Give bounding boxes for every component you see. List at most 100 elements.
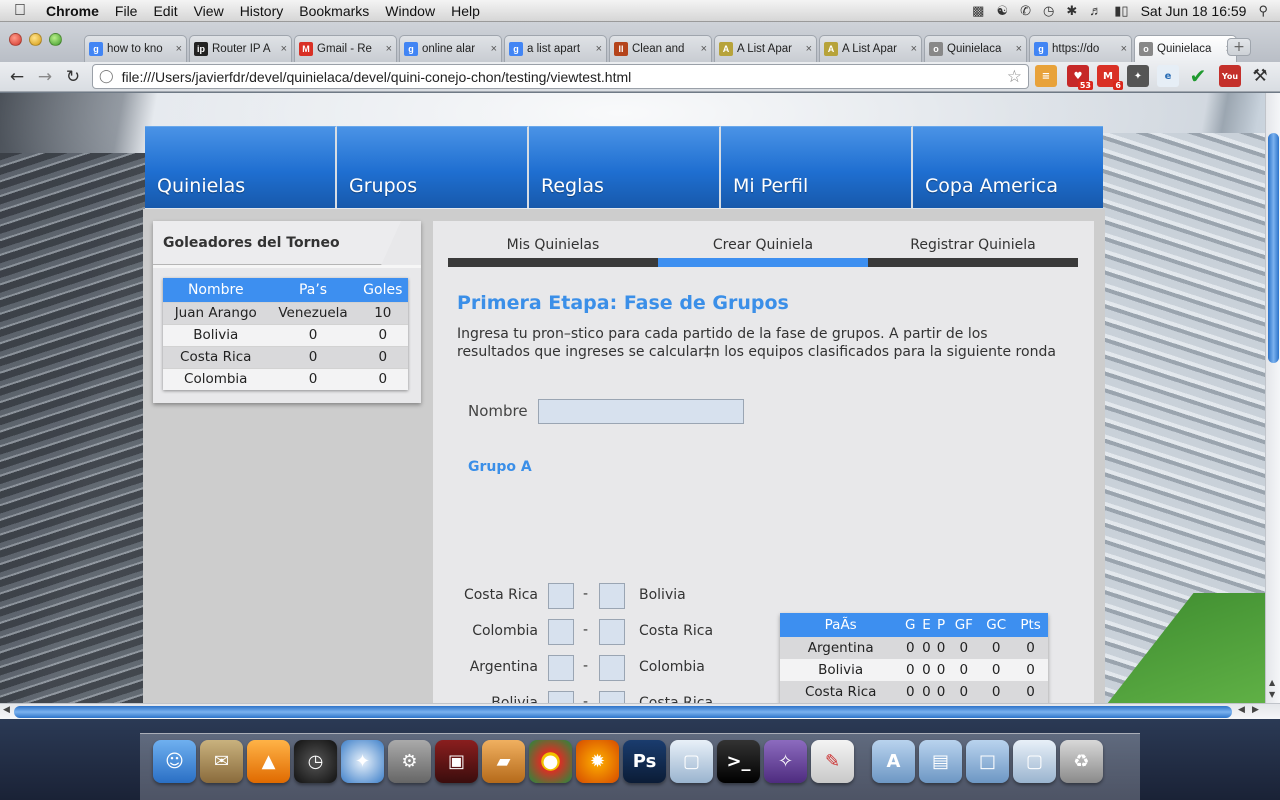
scroll-right-arrow-icon[interactable]: ▶ [1252, 705, 1259, 715]
close-tab-icon[interactable]: × [386, 43, 392, 55]
back-arrow-icon[interactable]: ← [6, 66, 28, 88]
phone-icon[interactable]: ✆ [1020, 3, 1031, 19]
wrench-menu-icon[interactable]: ⚒ [1249, 65, 1271, 87]
address-bar[interactable]: ◯ file:///Users/javierfdr/devel/quiniela… [92, 64, 1029, 89]
nav-mi-perfil[interactable]: Mi Perfil [721, 126, 913, 208]
dashboard-icon[interactable]: ◷ [294, 740, 337, 783]
close-window-icon[interactable] [9, 33, 22, 46]
mail-icon[interactable]: ✉ [200, 740, 243, 783]
close-tab-icon[interactable]: × [1016, 43, 1022, 55]
browser-tab[interactable]: oQuinielaca× [1134, 35, 1237, 62]
extension-icon[interactable]: ♥ 53 [1067, 65, 1093, 90]
applications-folder-icon[interactable]: A [872, 740, 915, 783]
tab-mis-quinielas[interactable]: Mis Quinielas [448, 233, 658, 267]
address-url[interactable]: file:///Users/javierfdr/devel/quinielaca… [122, 69, 1007, 85]
bookmark-star-icon[interactable]: ☆ [1007, 67, 1022, 87]
chrome-icon[interactable]: ● [529, 740, 572, 783]
virtualbox-icon[interactable]: ▢ [670, 740, 713, 783]
zoom-window-icon[interactable] [49, 33, 62, 46]
browser-tab[interactable]: M Gmail - Re × [294, 35, 397, 62]
finder-icon[interactable]: ☺ [153, 740, 196, 783]
horizontal-scroll-thumb[interactable] [14, 706, 1232, 718]
firefox-icon[interactable]: ✹ [576, 740, 619, 783]
browser-tab[interactable]: g a list apart × [504, 35, 607, 62]
menu-edit[interactable]: Edit [145, 3, 185, 19]
terminal-icon[interactable]: >_ [717, 740, 760, 783]
home-score-input[interactable] [548, 655, 574, 681]
cssedit-icon[interactable]: ✎ [811, 740, 854, 783]
browser-tab[interactable]: oQuinielaca× [924, 35, 1027, 62]
home-score-input[interactable] [548, 619, 574, 645]
scroll-left-end-arrow-icon[interactable]: ◀ [1238, 705, 1245, 715]
menu-app-name[interactable]: Chrome [40, 3, 107, 19]
close-tab-icon[interactable]: × [491, 43, 497, 55]
close-tab-icon[interactable]: × [281, 43, 287, 55]
browser-tab[interactable]: A A List Apar × [819, 35, 922, 62]
apple-menu-icon[interactable]:  [0, 2, 40, 20]
scroll-down-arrow-icon[interactable]: ▼ [1269, 690, 1275, 699]
menu-window[interactable]: Window [377, 3, 443, 19]
bluetooth-icon[interactable]: ✱ [1066, 3, 1077, 19]
ie-tab-icon[interactable]: e [1157, 65, 1179, 87]
away-score-input[interactable] [599, 583, 625, 609]
compass-extension-icon[interactable]: ✦ [1127, 65, 1149, 87]
away-score-input[interactable] [599, 691, 625, 703]
folder-icon[interactable]: ▤ [919, 740, 962, 783]
browser-tab[interactable]: ll Clean and × [609, 35, 712, 62]
gmail-checker-icon[interactable]: M6 [1097, 65, 1123, 90]
terminal-status-icon[interactable]: ▩ [972, 3, 984, 19]
home-score-input[interactable] [548, 583, 574, 609]
tab-crear-quiniela[interactable]: Crear Quiniela [658, 233, 868, 267]
horizontal-scrollbar[interactable]: ◀ ◀ ▶ [0, 703, 1280, 719]
safari-icon[interactable]: ✦ [341, 740, 384, 783]
away-score-input[interactable] [599, 619, 625, 645]
nav-copa-america[interactable]: Copa America [913, 126, 1103, 208]
youtube-extension-icon[interactable]: You [1219, 65, 1241, 87]
menu-file[interactable]: File [107, 3, 146, 19]
forward-arrow-icon[interactable]: → [34, 66, 56, 88]
menu-history[interactable]: History [232, 3, 292, 19]
browser-tab[interactable]: g https://do × [1029, 35, 1132, 62]
photoshop-icon[interactable]: Ps [623, 740, 666, 783]
vertical-scroll-thumb[interactable] [1268, 133, 1279, 363]
away-score-input[interactable] [599, 655, 625, 681]
spotlight-search-icon[interactable]: ⚲ [1258, 3, 1268, 19]
battery-icon[interactable]: ▮▯ [1114, 3, 1128, 19]
menu-bookmarks[interactable]: Bookmarks [291, 3, 377, 19]
menu-view[interactable]: View [186, 3, 232, 19]
browser-tab[interactable]: g how to kno × [84, 35, 187, 62]
wifi-icon[interactable]: ☯ [996, 3, 1008, 19]
trash-icon[interactable]: ♻ [1060, 740, 1103, 783]
scroll-left-arrow-icon[interactable]: ◀ [3, 705, 10, 715]
nav-reglas[interactable]: Reglas [529, 126, 721, 208]
photo-booth-icon[interactable]: ▣ [435, 740, 478, 783]
time-machine-icon[interactable]: ◷ [1043, 3, 1054, 19]
browser-tab[interactable]: A A List Apar × [714, 35, 817, 62]
close-tab-icon[interactable]: × [701, 43, 707, 55]
browser-tab[interactable]: g online alar × [399, 35, 502, 62]
checkmark-extension-icon[interactable]: ✔ [1187, 64, 1209, 88]
close-tab-icon[interactable]: × [806, 43, 812, 55]
home-score-input[interactable] [548, 691, 574, 703]
menu-help[interactable]: Help [443, 3, 488, 19]
browser-tab[interactable]: ip Router IP A × [189, 35, 292, 62]
reload-icon[interactable]: ↻ [62, 66, 84, 88]
nav-grupos[interactable]: Grupos [337, 126, 529, 208]
keynote-icon[interactable]: ▰ [482, 740, 525, 783]
scroll-up-arrow-icon[interactable]: ▲ [1269, 678, 1275, 687]
close-tab-icon[interactable]: × [911, 43, 917, 55]
tab-registrar-quiniela[interactable]: Registrar Quiniela [868, 233, 1078, 267]
minimize-window-icon[interactable] [29, 33, 42, 46]
box-app-icon[interactable]: ▢ [1013, 740, 1056, 783]
close-tab-icon[interactable]: × [1121, 43, 1127, 55]
menubar-clock[interactable]: Sat Jun 18 16:59 [1141, 3, 1247, 19]
vertical-scrollbar[interactable]: ▲ ▼ [1265, 93, 1280, 703]
rss-extension-icon[interactable]: ≡ [1035, 65, 1057, 87]
close-tab-icon[interactable]: × [596, 43, 602, 55]
close-tab-icon[interactable]: × [176, 43, 182, 55]
nav-quinielas[interactable]: Quinielas [145, 126, 337, 208]
new-tab-button[interactable]: + [1227, 38, 1251, 56]
aptana-icon[interactable]: ✧ [764, 740, 807, 783]
vlc-icon[interactable]: ▲ [247, 740, 290, 783]
name-input[interactable] [538, 399, 744, 424]
